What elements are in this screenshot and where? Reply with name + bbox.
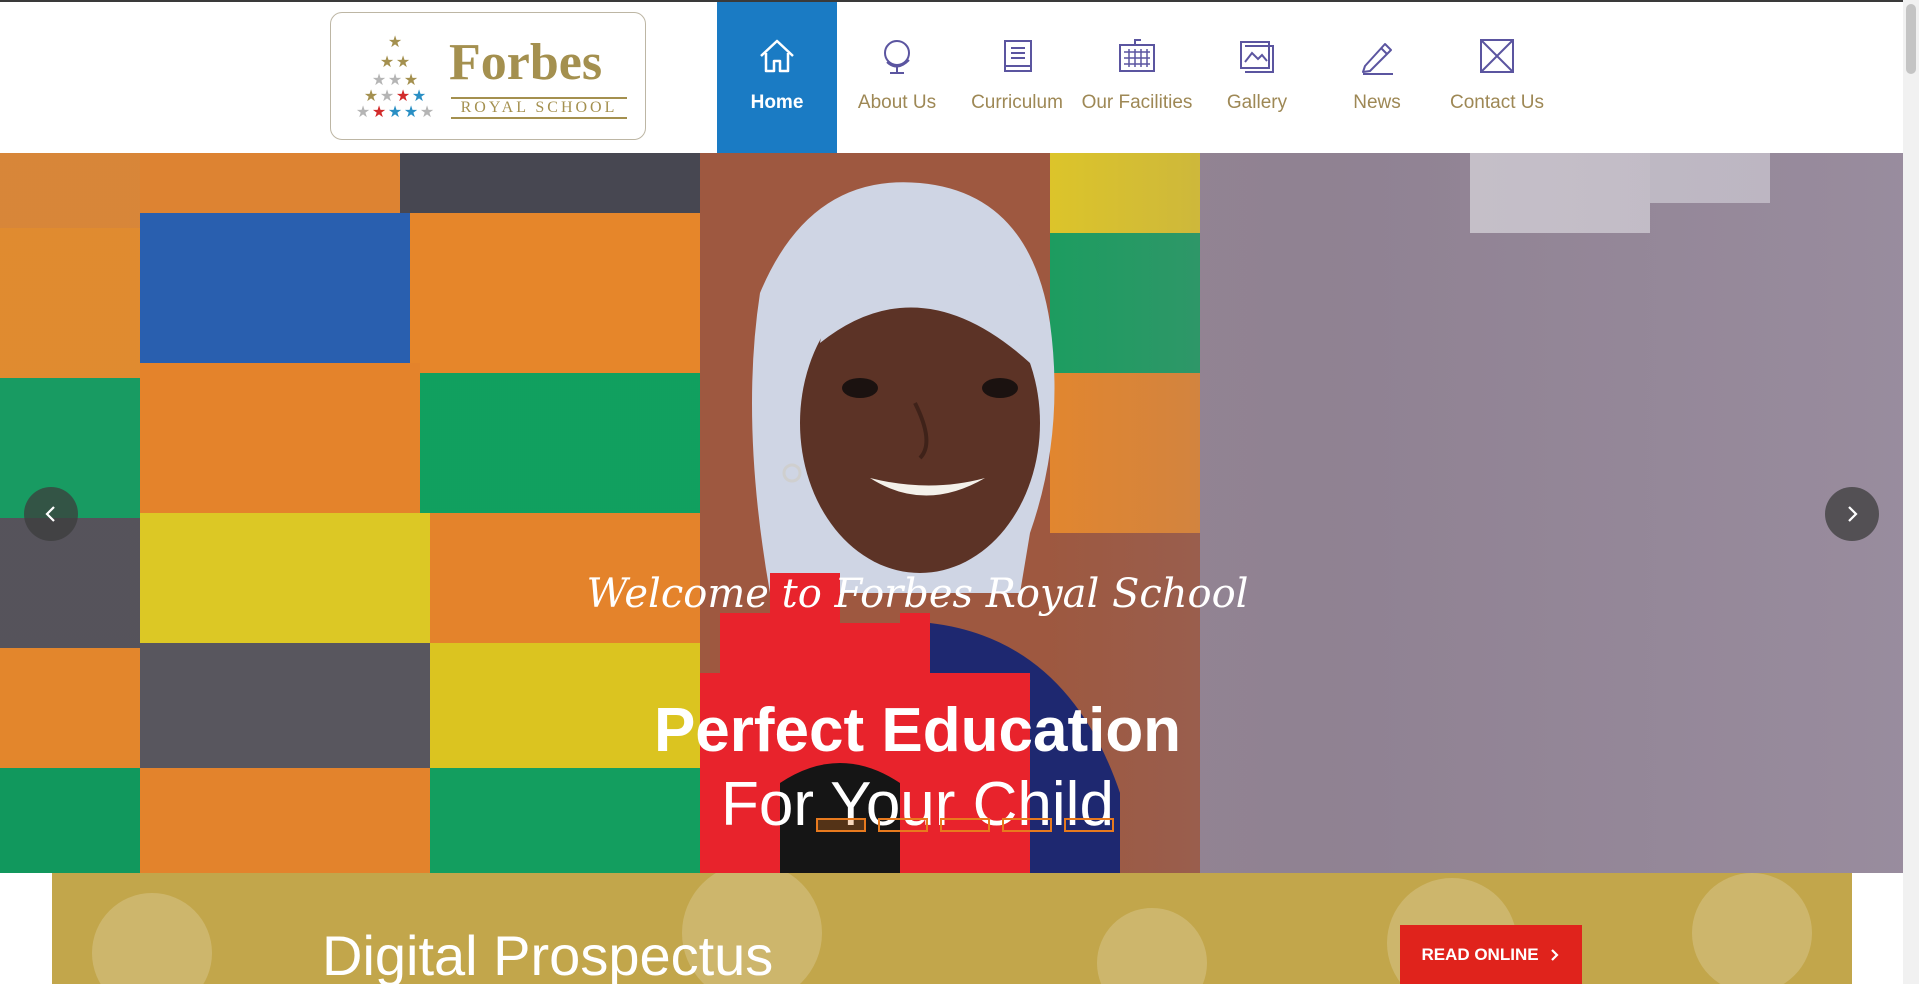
nav-gallery[interactable]: Gallery: [1197, 2, 1317, 153]
school-logo[interactable]: ★ ★ ★ ★ ★ ★ ★ ★ ★ ★ ★ ★ ★ ★ ★ Forbes ROYAL SCHOOL: [330, 12, 646, 140]
svg-text:★: ★: [372, 102, 386, 121]
logo-tagline: ROYAL SCHOOL: [451, 97, 627, 119]
hero-welcome-text: Welcome to Forbes Royal School: [586, 571, 1249, 617]
svg-text:★: ★: [396, 52, 410, 71]
chevron-right-icon: [1550, 948, 1559, 961]
home-icon: [755, 34, 799, 78]
envelope-icon: [1475, 34, 1519, 78]
nav-curriculum[interactable]: Curriculum: [957, 2, 1077, 153]
nav-label: About Us: [857, 92, 937, 113]
svg-text:★: ★: [356, 102, 370, 121]
keyboard-icon: [1115, 34, 1159, 78]
nav-label: News: [1353, 92, 1401, 113]
prospectus-title: Digital Prospectus: [322, 924, 774, 984]
slider-prev-button[interactable]: [24, 487, 78, 541]
logo-wordmark: Forbes: [449, 34, 603, 91]
book-icon: [995, 34, 1039, 78]
slider-dot-5[interactable]: [1064, 818, 1114, 832]
nav-home[interactable]: Home: [717, 2, 837, 153]
nav-label: Contact Us: [1450, 92, 1544, 113]
scrollbar-thumb[interactable]: [1906, 4, 1916, 74]
svg-text:★: ★: [380, 52, 394, 71]
child-photo: [700, 182, 1120, 873]
nav-label: Our Facilities: [1081, 92, 1193, 113]
site-header: ★ ★ ★ ★ ★ ★ ★ ★ ★ ★ ★ ★ ★ ★ ★ Forbes ROYAL SCHOOL …: [0, 2, 1903, 153]
globe-icon: [875, 34, 919, 78]
slider-pagination: [816, 818, 1114, 832]
nav-label: Home: [750, 92, 804, 113]
chevron-left-icon: [45, 506, 55, 522]
svg-text:★: ★: [388, 102, 402, 121]
hero-headline: Perfect Education: [653, 696, 1182, 765]
read-online-label: READ ONLINE: [1421, 944, 1539, 964]
prospectus-banner: Digital Prospectus READ ONLINE: [52, 873, 1852, 984]
svg-text:★: ★: [404, 102, 418, 121]
chevron-right-icon: [1848, 506, 1858, 522]
nav-news[interactable]: News: [1317, 2, 1437, 153]
hero-slider: Welcome to Forbes Royal School Perfect E…: [0, 153, 1903, 873]
svg-text:★: ★: [388, 32, 402, 51]
nav-about-us[interactable]: About Us: [837, 2, 957, 153]
slider-dot-1[interactable]: [816, 818, 866, 832]
nav-label: Gallery: [1226, 92, 1288, 113]
nav-our-facilities[interactable]: Our Facilities: [1077, 2, 1197, 153]
main-nav: Home About Us Curriculum Our Facilities …: [717, 2, 1557, 153]
nav-label: Curriculum: [971, 92, 1063, 113]
svg-text:★: ★: [420, 102, 434, 121]
star-tree-icon: ★ ★ ★ ★ ★ ★ ★ ★ ★ ★ ★ ★ ★ ★ ★: [356, 32, 434, 121]
pencil-icon: [1355, 34, 1399, 78]
nav-contact-us[interactable]: Contact Us: [1437, 2, 1557, 153]
slider-dot-3[interactable]: [940, 818, 990, 832]
slider-next-button[interactable]: [1825, 487, 1879, 541]
slider-dot-2[interactable]: [878, 818, 928, 832]
image-icon: [1235, 34, 1279, 78]
slider-dot-4[interactable]: [1002, 818, 1052, 832]
page-scrollbar[interactable]: [1903, 0, 1919, 984]
read-online-button[interactable]: READ ONLINE: [1400, 925, 1582, 984]
